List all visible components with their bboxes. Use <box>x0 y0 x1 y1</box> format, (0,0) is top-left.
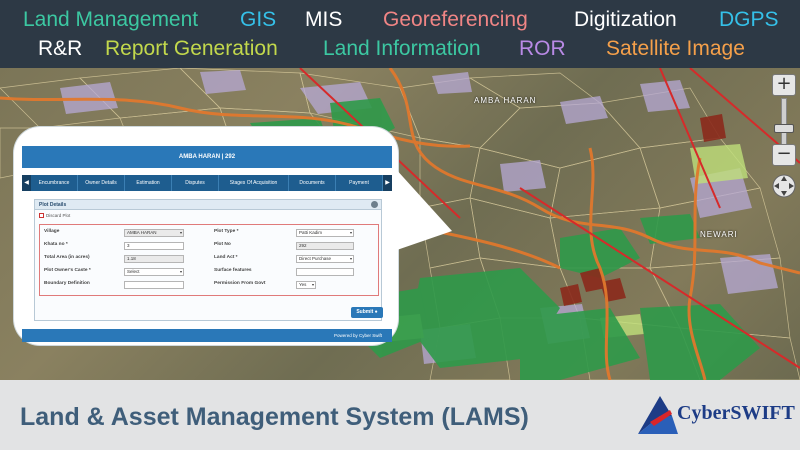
app-title: AMBA HARAN | 292 <box>22 146 392 168</box>
plot-type-select[interactable]: Patti Kadim <box>296 229 354 237</box>
field-label-khata: Khata no * <box>44 242 68 247</box>
field-label-village: Village <box>44 229 60 234</box>
field-label-surface-features: Surface features <box>214 268 252 273</box>
total-area-field: 1.18 <box>124 255 184 263</box>
discard-plot-row: Discard Plot <box>35 210 381 221</box>
form-row-village: Village AMBA HARAN Plot Type * Patti Kad… <box>44 229 374 237</box>
field-label-boundary: Boundary Definition <box>44 281 90 286</box>
permission-select[interactable]: Yes <box>296 281 316 289</box>
discard-plot-label: Discard Plot <box>46 213 71 218</box>
form-row-area: Total Area (in acres) 1.18 Land Act * Di… <box>44 255 374 263</box>
plot-form: Village AMBA HARAN Plot Type * Patti Kad… <box>39 224 379 296</box>
tab-bar: ◀ Encumbrance Owner Details Estimation D… <box>22 175 392 191</box>
tab-payment[interactable]: Payment <box>336 175 383 191</box>
app-footer: Powered by Cyber Swift <box>22 329 392 342</box>
field-label-permission: Permission From Govt <box>214 281 266 286</box>
khata-input[interactable]: 3 <box>124 242 184 250</box>
keyword-mis: MIS <box>305 8 343 31</box>
keyword-gis: GIS <box>240 8 277 31</box>
keyword-report-generation: Report Generation <box>105 37 278 60</box>
brand-name: CyberSWIFT <box>677 402 795 424</box>
collapse-icon[interactable] <box>371 201 378 208</box>
land-act-select[interactable]: Direct Purchase <box>296 255 354 263</box>
keyword-ror: ROR <box>519 37 566 60</box>
form-row-caste: Plot Owner's Caste * Select Surface feat… <box>44 268 374 276</box>
field-label-plot-no: Plot No <box>214 242 231 247</box>
form-row-khata: Khata no * 3 Plot No 292 <box>44 242 374 250</box>
field-label-land-act: Land Act * <box>214 255 238 260</box>
field-label-caste: Plot Owner's Caste * <box>44 268 91 273</box>
submit-button[interactable]: Submit ● <box>351 307 383 318</box>
zoom-in-button[interactable]: + <box>772 74 796 96</box>
tab-documents[interactable]: Documents <box>289 175 336 191</box>
keyword-rr: R&R <box>38 37 83 60</box>
tab-stages-of-acquisition[interactable]: Stages Of Acquisition <box>219 175 289 191</box>
keyword-land-information: Land Information <box>323 37 481 60</box>
form-row-boundary: Boundary Definition Permission From Govt… <box>44 281 374 289</box>
zoom-control: + − <box>772 74 796 224</box>
zoom-slider-handle[interactable] <box>774 124 794 133</box>
field-label-total-area: Total Area (in acres) <box>44 255 90 260</box>
map-label-newari: NEWARI <box>700 230 738 239</box>
keyword-banner: Land Management GIS MIS Georeferencing D… <box>0 0 800 68</box>
panel-header: Plot Details <box>35 200 381 210</box>
pan-icon[interactable] <box>772 174 796 198</box>
keyword-georeferencing: Georeferencing <box>383 8 528 31</box>
keyword-dgps: DGPS <box>719 8 779 31</box>
plot-no-field: 292 <box>296 242 354 250</box>
tab-disputes[interactable]: Disputes <box>172 175 219 191</box>
village-select: AMBA HARAN <box>124 229 184 237</box>
zoom-out-button[interactable]: − <box>772 144 796 166</box>
caste-select[interactable]: Select <box>124 268 184 276</box>
tab-estimation[interactable]: Estimation <box>125 175 172 191</box>
submit-icon: ● <box>374 309 378 315</box>
submit-label: Submit <box>356 309 374 315</box>
plot-details-panel: Plot Details Discard Plot Village AMBA H… <box>34 199 382 321</box>
map-label-ambaharan: AMBA HARAN <box>474 96 537 105</box>
panel-title: Plot Details <box>39 202 67 208</box>
discard-plot-checkbox[interactable] <box>39 213 44 218</box>
tab-owner-details[interactable]: Owner Details <box>78 175 125 191</box>
product-title: Land & Asset Management System (LAMS) <box>20 403 529 431</box>
tab-encumbrance[interactable]: Encumbrance <box>31 175 78 191</box>
surface-features-input[interactable] <box>296 268 354 276</box>
tabs-next-arrow[interactable]: ▶ <box>383 175 392 191</box>
keyword-satellite-image: Satellite Image <box>606 37 745 60</box>
keyword-land-management: Land Management <box>23 8 199 31</box>
boundary-input[interactable] <box>124 281 184 289</box>
keyword-digitization: Digitization <box>574 8 677 31</box>
tabs-prev-arrow[interactable]: ◀ <box>22 175 31 191</box>
app-window: AMBA HARAN | 292 ◀ Encumbrance Owner Det… <box>22 146 392 342</box>
bubble-tail <box>394 167 452 251</box>
field-label-plot-type: Plot Type * <box>214 229 239 234</box>
